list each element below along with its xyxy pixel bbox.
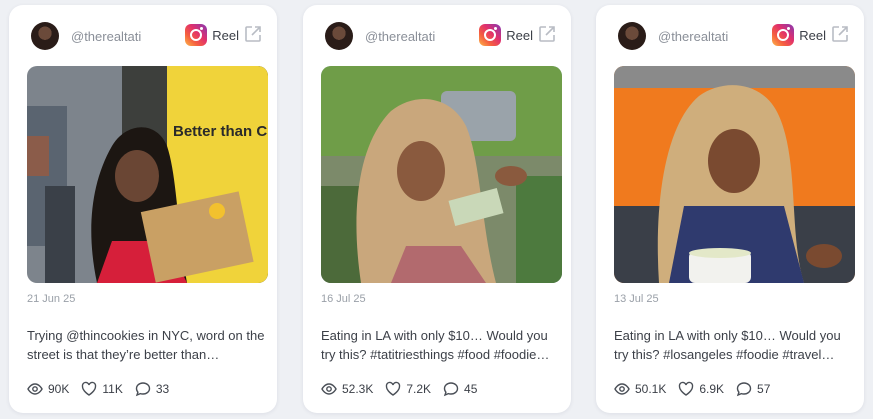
views-count: 90K — [48, 382, 70, 396]
comments-stat: 33 — [135, 381, 169, 397]
external-link-icon[interactable] — [537, 24, 557, 44]
comments-count: 33 — [155, 382, 170, 396]
post-caption: Trying @thincookies in NYC, word on the … — [27, 328, 265, 362]
post-thumbnail[interactable] — [614, 66, 855, 283]
comments-stat: 57 — [736, 381, 770, 397]
card-header: @therealtati Reel — [618, 22, 850, 54]
post-card[interactable]: @therealtati Reel 13 Jul 25 Eating in LA… — [596, 5, 864, 413]
account-handle[interactable]: @therealtati — [71, 29, 141, 44]
avatar[interactable] — [618, 22, 646, 50]
comment-icon — [443, 382, 459, 397]
eye-icon — [321, 383, 337, 395]
account-handle[interactable]: @therealtati — [365, 29, 435, 44]
heart-icon — [82, 381, 97, 396]
views-stat: 52.3K — [321, 381, 373, 397]
views-stat: 50.1K — [614, 381, 666, 397]
likes-count: 11K — [102, 382, 123, 396]
instagram-icon — [479, 24, 501, 46]
post-caption: Eating in LA with only $10… Would you tr… — [321, 328, 550, 362]
card-header: @therealtati Reel — [325, 22, 557, 54]
views-count: 50.1K — [635, 382, 667, 396]
post-type-label: Reel — [799, 28, 826, 43]
post-type-label: Reel — [212, 28, 239, 43]
likes-stat: 11K — [81, 381, 123, 397]
comment-icon — [736, 382, 752, 397]
thumbnail-sign-text: Better than Crumbl. — [173, 123, 268, 140]
likes-stat: 7.2K — [385, 381, 431, 397]
post-date: 21 Jun 25 — [27, 293, 76, 305]
post-card[interactable]: @therealtati Reel 16 Jul 25 Eating in LA… — [303, 5, 571, 413]
post-card[interactable]: @therealtati Reel Better than Crumbl. 21… — [9, 5, 277, 413]
likes-count: 7.2K — [406, 382, 432, 396]
likes-stat: 6.9K — [678, 381, 724, 397]
post-date: 13 Jul 25 — [614, 293, 659, 305]
heart-icon — [386, 381, 401, 396]
comments-count: 45 — [464, 382, 478, 396]
comments-count: 57 — [757, 382, 771, 396]
likes-count: 6.9K — [699, 382, 725, 396]
post-thumbnail[interactable]: Better than Crumbl. — [27, 66, 268, 283]
external-link-icon[interactable] — [830, 24, 850, 44]
views-stat: 90K — [27, 381, 69, 397]
eye-icon — [27, 383, 43, 395]
engagement-stats: 50.1K 6.9K 57 — [614, 380, 782, 398]
avatar[interactable] — [31, 22, 59, 50]
post-caption: Eating in LA with only $10… Would you tr… — [614, 328, 841, 362]
post-date: 16 Jul 25 — [321, 293, 366, 305]
comments-stat: 45 — [443, 381, 477, 397]
heart-icon — [679, 381, 694, 396]
card-header: @therealtati Reel — [31, 22, 263, 54]
eye-icon — [614, 383, 630, 395]
external-link-icon[interactable] — [243, 24, 263, 44]
engagement-stats: 90K 11K 33 — [27, 380, 181, 398]
comment-icon — [135, 382, 151, 397]
post-thumbnail[interactable] — [321, 66, 562, 283]
views-count: 52.3K — [342, 382, 374, 396]
avatar[interactable] — [325, 22, 353, 50]
instagram-icon — [185, 24, 207, 46]
engagement-stats: 52.3K 7.2K 45 — [321, 380, 489, 398]
post-type-label: Reel — [506, 28, 533, 43]
account-handle[interactable]: @therealtati — [658, 29, 728, 44]
instagram-icon — [772, 24, 794, 46]
